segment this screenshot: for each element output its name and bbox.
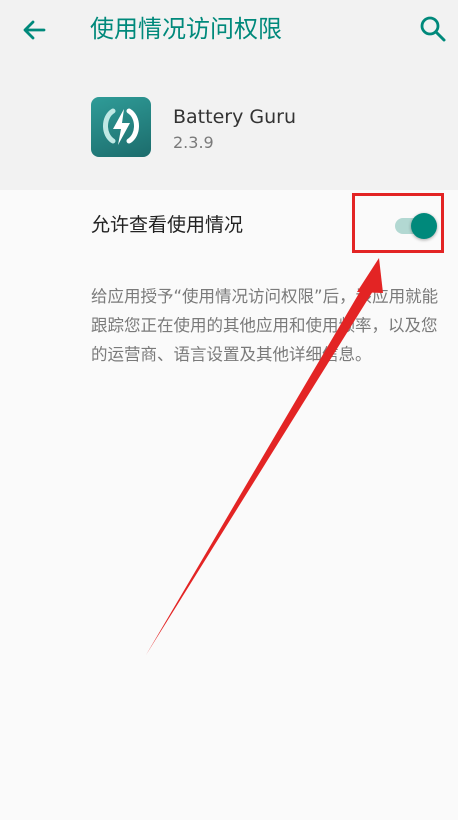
page-title: 使用情况访问权限 <box>90 15 282 43</box>
permit-usage-label[interactable]: 允许查看使用情况 <box>91 210 243 240</box>
battery-guru-app-icon <box>91 97 151 157</box>
app-name: Battery Guru <box>173 106 296 128</box>
annotation-highlight-box <box>352 193 444 253</box>
back-arrow-icon[interactable] <box>18 14 50 46</box>
permission-description: 给应用授予“使用情况访问权限”后，该应用就能跟踪您正在使用的其他应用和使用频率，… <box>91 287 439 364</box>
app-version: 2.3.9 <box>173 133 214 152</box>
search-icon[interactable] <box>418 14 448 44</box>
